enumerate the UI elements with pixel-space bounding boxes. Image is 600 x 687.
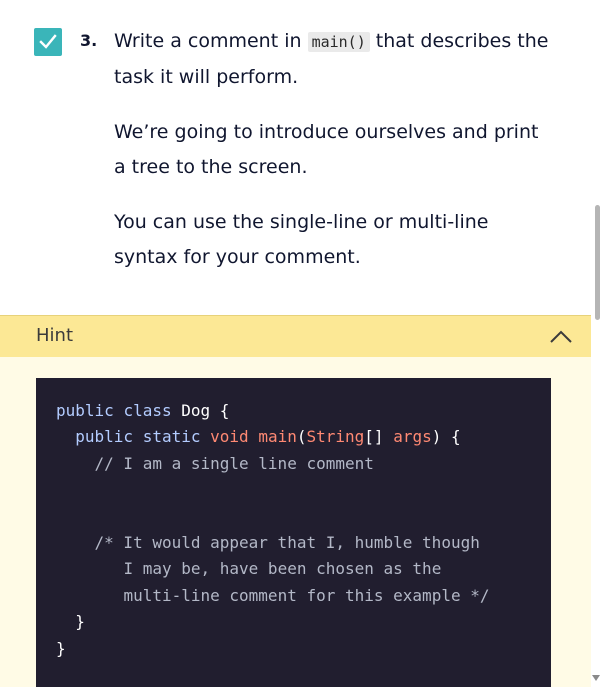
check-icon [39,34,57,49]
code-block: public class Dog { public static void ma… [36,378,551,687]
task-title: Write a comment in main() that describes… [114,24,554,95]
task-checkbox[interactable] [34,28,62,56]
hint-content: public class Dog { public static void ma… [0,357,591,687]
code-line: } [75,612,85,632]
code-line: multi-line comment for this example */ [123,585,490,605]
code-line: public class Dog { [56,401,230,420]
task-paragraph: We’re going to introduce ourselves and p… [114,121,539,178]
task-paragraph: You can use the single-line or multi-lin… [114,211,489,268]
task-description: Write a comment in main() that describes… [114,24,554,295]
inline-code: main() [307,32,370,52]
chevron-up-icon[interactable] [549,328,573,344]
scroll-down-arrow-icon[interactable] [592,675,600,681]
learning-page: 3. Write a comment in main() that descri… [0,0,600,687]
task-title-text: Write a comment in [114,30,308,52]
hint-toggle[interactable]: Hint [0,315,591,357]
code-line: // I am a single line comment [94,453,374,473]
scrollbar[interactable] [591,0,600,687]
task-number: 3. [80,31,98,50]
code-line: I may be, have been chosen as the [123,559,442,579]
scrollbar-thumb[interactable] [595,205,600,320]
hint-label: Hint [36,325,74,346]
code-line: /* It would appear that I, humble though [94,532,480,552]
code-line: public static void main(String[] args) { [75,427,461,447]
code-line: } [56,638,66,658]
